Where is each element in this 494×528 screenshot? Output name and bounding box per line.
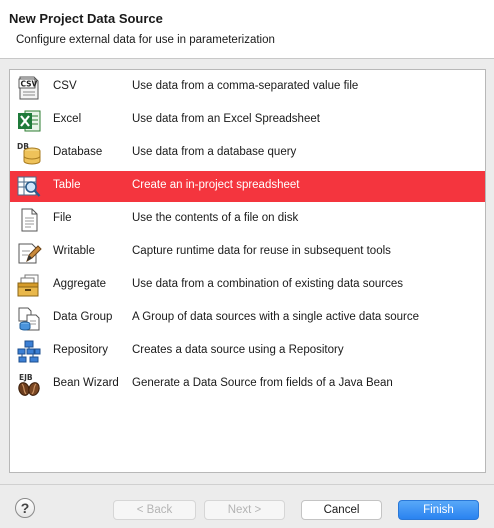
data-source-list[interactable]: CSV CSV Use data from a comma-separated … (9, 69, 486, 473)
svg-text:EJB: EJB (19, 373, 33, 382)
dialog-subtitle: Configure external data for use in param… (16, 34, 275, 46)
source-description: Create an in-project spreadsheet (132, 179, 300, 191)
file-icon (16, 207, 42, 233)
repository-icon (16, 339, 42, 365)
source-name: Data Group (53, 311, 113, 323)
source-name: Table (53, 179, 81, 191)
back-button[interactable]: < Back (113, 500, 196, 520)
source-description: Capture runtime data for reuse in subseq… (132, 245, 391, 257)
dialog-title: New Project Data Source (9, 11, 163, 26)
csv-file-icon: CSV (16, 75, 42, 101)
source-description: Generate a Data Source from fields of a … (132, 377, 393, 389)
list-item-repository[interactable]: Repository Creates a data source using a… (10, 336, 485, 367)
source-name: Repository (53, 344, 108, 356)
aggregate-icon (16, 273, 42, 299)
source-name: Aggregate (53, 278, 107, 290)
list-item-writable[interactable]: Writable Capture runtime data for reuse … (10, 237, 485, 268)
source-name: Database (53, 146, 103, 158)
next-button[interactable]: Next > (204, 500, 285, 520)
list-item-aggregate[interactable]: Aggregate Use data from a combination of… (10, 270, 485, 301)
list-item-table[interactable]: Table Create an in-project spreadsheet (10, 171, 485, 202)
svg-text:CSV: CSV (21, 80, 38, 89)
source-description: Use data from a database query (132, 146, 297, 158)
help-button[interactable]: ? (15, 498, 35, 518)
cancel-button[interactable]: Cancel (301, 500, 382, 520)
data-group-icon (16, 306, 42, 332)
table-icon (16, 174, 42, 200)
source-name: CSV (53, 80, 77, 92)
list-item-csv[interactable]: CSV CSV Use data from a comma-separated … (10, 72, 485, 103)
list-item-excel[interactable]: Excel Use data from an Excel Spreadsheet (10, 105, 485, 136)
source-name: Excel (53, 113, 82, 125)
database-icon: DB (16, 141, 42, 167)
writable-icon (16, 240, 42, 266)
list-item-file[interactable]: File Use the contents of a file on disk (10, 204, 485, 235)
excel-icon (16, 108, 42, 134)
dialog-header: New Project Data Source Configure extern… (0, 0, 494, 59)
footer-divider (0, 484, 494, 485)
finish-button[interactable]: Finish (398, 500, 479, 520)
source-description: Creates a data source using a Repository (132, 344, 344, 356)
list-item-database[interactable]: DB Database Use data from a database que… (10, 138, 485, 169)
source-name: Writable (53, 245, 95, 257)
java-bean-icon: EJB (16, 372, 42, 398)
source-description: Use data from a comma-separated value fi… (132, 80, 359, 92)
list-item-bean-wizard[interactable]: EJB Bean Wizard Generate a Data Source f… (10, 369, 485, 400)
source-description: Use data from an Excel Spreadsheet (132, 113, 320, 125)
source-name: File (53, 212, 72, 224)
source-description: Use the contents of a file on disk (132, 212, 299, 224)
source-description: A Group of data sources with a single ac… (132, 311, 420, 323)
list-item-data-group[interactable]: Data Group A Group of data sources with … (10, 303, 485, 334)
source-description: Use data from a combination of existing … (132, 278, 404, 290)
source-name: Bean Wizard (53, 377, 119, 389)
